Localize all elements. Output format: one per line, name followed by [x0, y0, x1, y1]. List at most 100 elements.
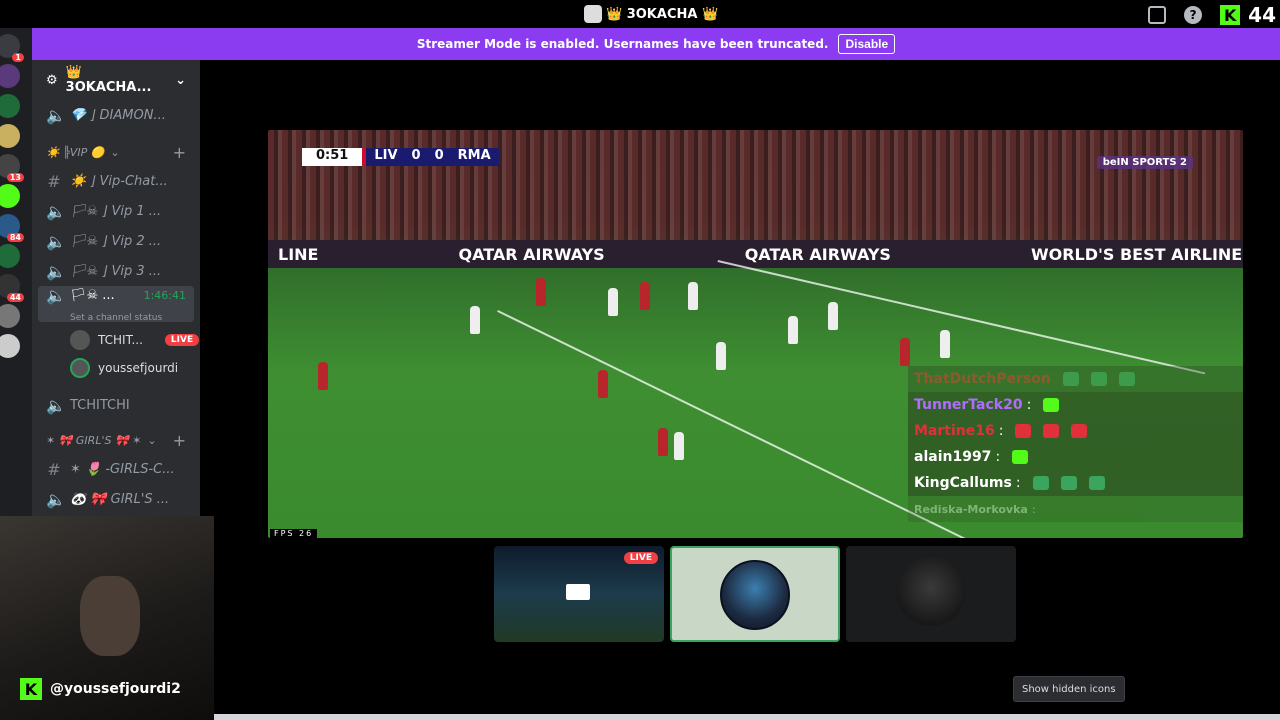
username: TCHIT...: [98, 333, 143, 347]
hashtag-icon: #: [47, 459, 61, 479]
emote-icon: [1012, 450, 1029, 464]
participant-tile[interactable]: [846, 546, 1016, 642]
voice-channel-vip-2[interactable]: 🔈 🏳☠ ⌋ Vip 2 ...: [32, 226, 200, 256]
server-icon-2[interactable]: [0, 64, 20, 88]
stream-video[interactable]: LINE QATAR AIRWAYS QATAR AIRWAYS WORLD'S…: [268, 130, 1243, 538]
live-badge: LIVE: [164, 334, 200, 346]
taskbar-edge: [214, 714, 1280, 720]
channel-status-prompt[interactable]: Set a channel status: [46, 313, 186, 323]
monitor-icon: [566, 584, 590, 600]
help-icon[interactable]: ?: [1184, 6, 1203, 24]
emote-icon: [1043, 398, 1060, 412]
chat-username: Rediska-Morkovka: [914, 502, 1028, 516]
kick-logo-icon: K: [20, 678, 42, 700]
add-channel-icon[interactable]: +: [173, 431, 186, 450]
text-channel-vip-chat[interactable]: # ☀️ ⌋ Vip-Chat...: [32, 166, 200, 196]
away-score: 0: [434, 148, 444, 163]
add-channel-icon[interactable]: +: [173, 143, 186, 162]
channel-label: 🐼 🎀 GIRL'S ...: [70, 491, 170, 507]
channel-label: ✶ 🌷 -GIRLS-C...: [70, 461, 175, 477]
text-channel-girls-chat[interactable]: # ✶ 🌷 -GIRLS-C...: [32, 454, 200, 484]
stream-tile[interactable]: LIVE: [494, 546, 664, 642]
away-team: RMA: [457, 148, 491, 163]
channel-label: 🏳☠ ...: [70, 287, 115, 303]
hashtag-icon: #: [47, 171, 61, 191]
ad-text: QATAR AIRWAYS: [458, 244, 605, 264]
match-clock: 0:51: [302, 148, 363, 166]
chevron-down-icon: ⌄: [110, 145, 120, 159]
server-icon-10[interactable]: [0, 304, 20, 328]
ad-text: LINE: [278, 244, 319, 264]
voice-channel-diamond[interactable]: 🔈 💎 ⌋ DIAMON...: [32, 100, 200, 130]
player: [640, 282, 650, 310]
voice-user-youssefjourdi[interactable]: youssefjourdi: [32, 354, 200, 382]
server-icon-9[interactable]: 44: [0, 274, 24, 302]
emote-icon: [1118, 372, 1135, 386]
server-icon-6[interactable]: [0, 184, 20, 208]
player: [608, 288, 618, 316]
participant-tiles: LIVE: [494, 546, 1016, 642]
server-icon-11[interactable]: [0, 334, 20, 358]
voice-channel-girls[interactable]: 🔈 🐼 🎀 GIRL'S ...: [32, 484, 200, 514]
webcam-overlay: K @youssefjourdi2: [0, 516, 214, 720]
ad-text: QATAR AIRWAYS: [744, 244, 891, 264]
server-icon-8[interactable]: [0, 244, 20, 268]
chat-message: ThatDutchPerson: [908, 366, 1243, 392]
voice-channel-tchitchi[interactable]: 🔈 TCHITCHI: [32, 390, 200, 420]
speaker-icon: 🔈: [46, 395, 66, 415]
emote-icon: [1015, 424, 1032, 438]
player: [470, 306, 480, 334]
chevron-down-icon: ⌄: [147, 433, 157, 447]
live-badge: LIVE: [623, 552, 658, 564]
server-icon-5[interactable]: 13: [0, 154, 24, 182]
inbox-icon[interactable]: [1148, 6, 1167, 24]
server-header[interactable]: ⚙ 👑 3OKACHA... ⌄: [32, 60, 200, 100]
streamer-mode-message: Streamer Mode is enabled. Usernames have…: [416, 37, 829, 51]
chat-overlay: ThatDutchPerson TunnerTack20 : Martine16…: [908, 366, 1243, 522]
player: [828, 302, 838, 330]
category-vip[interactable]: ☀️ ╠VIP 🟡 ⌄ +: [32, 138, 200, 166]
channel-sidebar: ⚙ 👑 3OKACHA... ⌄ 🔈 💎 ⌋ DIAMON... ☀️ ╠VIP…: [32, 60, 200, 520]
kick-handle: K @youssefjourdi2: [20, 678, 181, 700]
server-icon-3[interactable]: [0, 94, 20, 118]
active-voice-channel[interactable]: 🔈 🏳☠ ... 1:46:41 Set a channel status: [38, 285, 194, 323]
speaker-icon: 🔈: [46, 285, 66, 305]
avatar: [70, 330, 90, 350]
server-icon-1[interactable]: 1: [0, 34, 24, 62]
channel-label: 🏳☠ ⌋ Vip 3 ...: [70, 263, 162, 279]
emote-icon: [1088, 476, 1105, 490]
stadium-crowd: [268, 130, 1243, 240]
server-name: 👑 3OKACHA...: [65, 65, 152, 95]
channel-label: 🏳☠ ⌋ Vip 2 ...: [70, 233, 162, 249]
fps-counter: FPS 26: [270, 529, 318, 538]
chat-username: alain1997: [914, 449, 992, 465]
player: [318, 362, 328, 390]
show-hidden-icons-tooltip: Show hidden icons: [1013, 676, 1125, 702]
mention-badge: 13: [6, 173, 24, 182]
player: [716, 342, 726, 370]
ad-text: WORLD'S BEST AIRLINE: [1030, 244, 1243, 264]
window-title-text: 👑 3OKACHA 👑: [606, 6, 719, 22]
channel-label: 🏳☠ ⌋ Vip 1 ...: [70, 203, 162, 219]
server-icon-4[interactable]: [0, 124, 20, 148]
streamer-mode-banner: Streamer Mode is enabled. Usernames have…: [32, 28, 1280, 60]
participant-tile-selected[interactable]: [670, 546, 840, 642]
server-icon-7[interactable]: 84: [0, 214, 24, 242]
voice-user-tchit[interactable]: TCHIT... LIVE: [32, 326, 200, 354]
speaker-icon: 🔈: [46, 489, 66, 509]
chat-username: Martine16: [914, 423, 995, 439]
emote-icon: [1043, 424, 1060, 438]
player: [598, 370, 608, 398]
kick-handle-text: @youssefjourdi2: [50, 681, 181, 697]
chat-username: ThatDutchPerson: [914, 371, 1051, 387]
disable-streamer-mode-button[interactable]: Disable: [838, 34, 896, 54]
chat-message: KingCallums :: [908, 470, 1243, 496]
voice-channel-vip-1[interactable]: 🔈 🏳☠ ⌋ Vip 1 ...: [32, 196, 200, 226]
speaker-icon: 🔈: [46, 231, 66, 251]
speaker-icon: 🔈: [46, 105, 66, 125]
voice-channel-vip-3[interactable]: 🔈 🏳☠ ⌋ Vip 3 ...: [32, 256, 200, 286]
category-girls[interactable]: ✶ 🎀 GIRL'S 🎀 ✶ ⌄ +: [32, 426, 200, 454]
player: [674, 432, 684, 460]
emote-icon: [1071, 424, 1088, 438]
kick-logo-icon: K: [1220, 5, 1241, 25]
